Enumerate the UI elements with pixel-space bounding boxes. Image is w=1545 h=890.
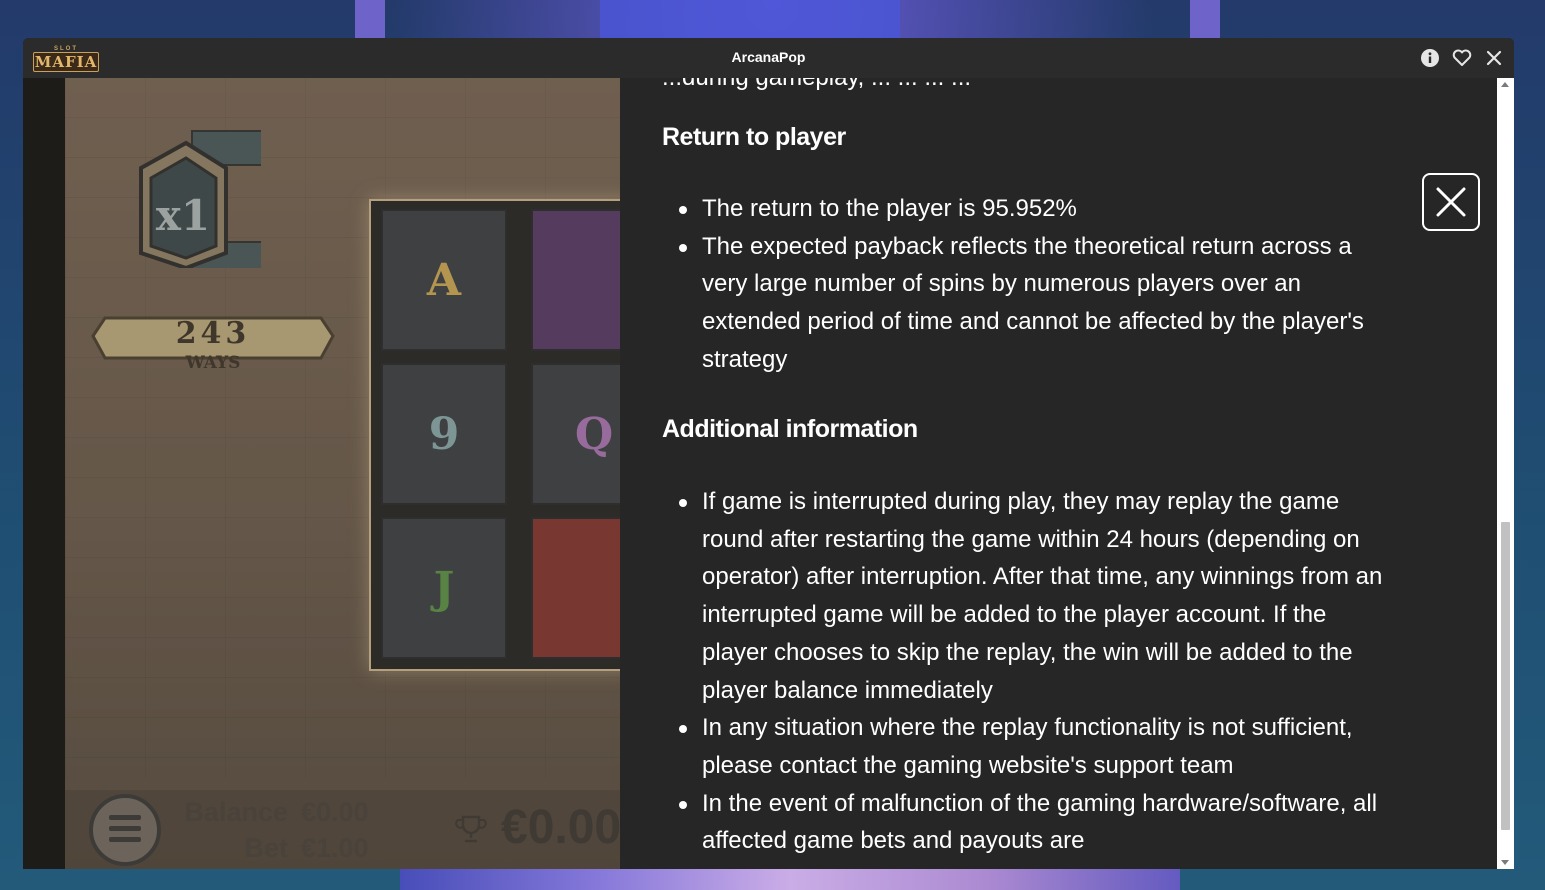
list-item: In any situation where the replay functi… [662,709,1397,784]
backdrop-bottom-glow [400,868,1180,890]
heart-icon[interactable] [1452,48,1472,68]
section-list: The return to the player is 95.952% The … [662,190,1397,379]
section-heading: Additional information [662,415,918,443]
backdrop-pillar [355,0,385,40]
close-info-button[interactable] [1422,173,1480,231]
close-icon [1436,187,1466,217]
game-area[interactable]: x1 243 WAYS A 9 J Q Balance €0.00 Bet €1… [23,78,620,869]
section-heading: Return to player [662,123,846,151]
list-item: The expected payback reflects the theore… [662,228,1397,379]
info-icon[interactable] [1420,48,1440,68]
window-title: ArcanaPop [731,49,806,65]
title-bar: SLOT MAFIA ArcanaPop [23,38,1514,78]
scrollbar[interactable] [1497,78,1514,869]
cut-off-text: ...during gameplay, ... ... ... ... [662,78,971,92]
backdrop-glow [600,0,900,38]
game-dim-overlay [23,78,620,869]
scroll-up-arrow[interactable] [1501,82,1509,87]
close-icon[interactable] [1484,48,1504,68]
scroll-thumb[interactable] [1501,522,1510,830]
list-item: In the event of malfunction of the gamin… [662,785,1397,860]
list-item: The return to the player is 95.952% [662,190,1397,228]
section-list: If game is interrupted during play, they… [662,483,1397,860]
scroll-down-arrow[interactable] [1501,860,1509,865]
backdrop-pillar [1190,0,1220,40]
info-panel[interactable]: ...during gameplay, ... ... ... ... Retu… [620,78,1514,869]
list-item: If game is interrupted during play, they… [662,483,1397,709]
game-window: SLOT MAFIA ArcanaPop x1 243 WAYS A 9 J Q… [23,38,1514,869]
